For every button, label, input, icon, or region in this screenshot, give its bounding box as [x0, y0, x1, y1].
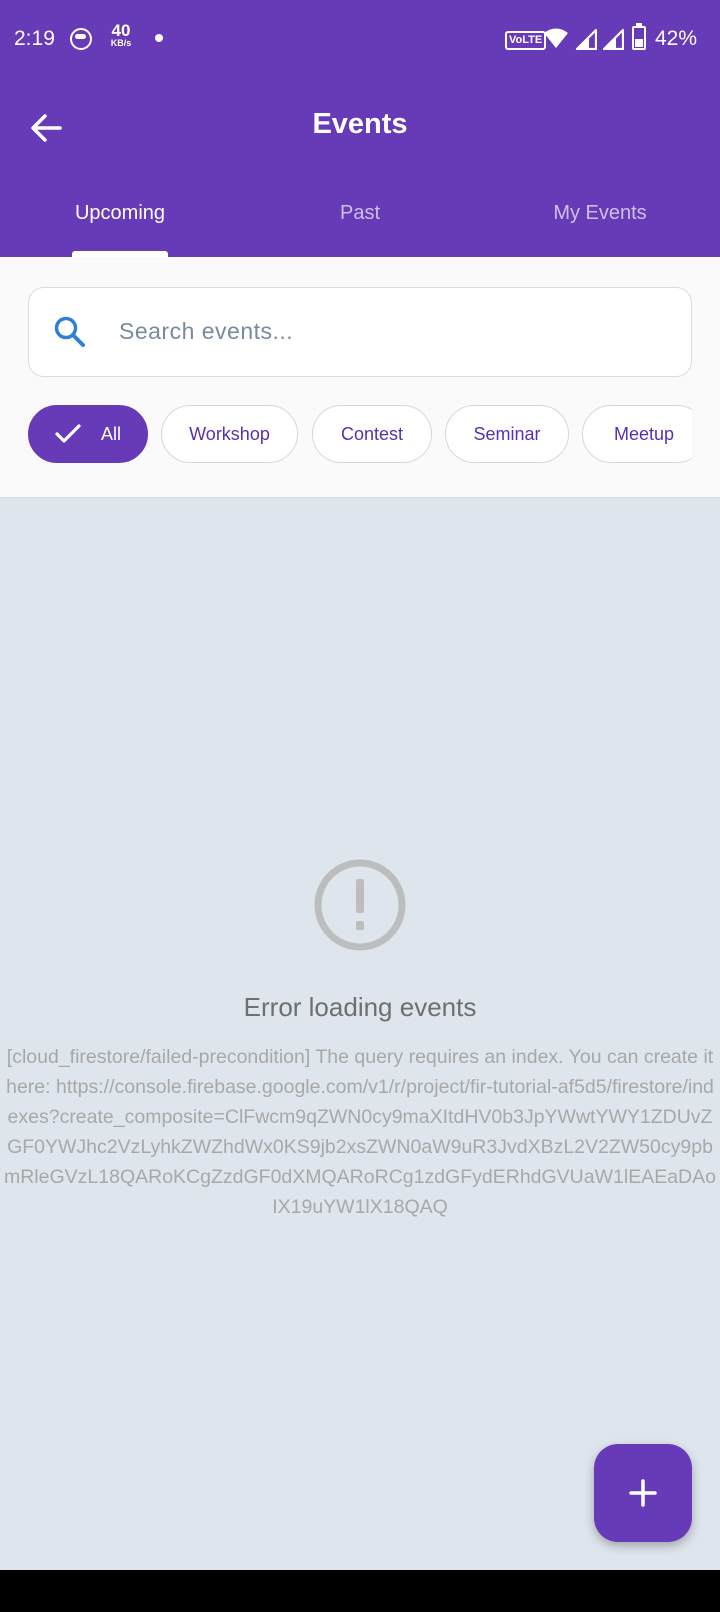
filter-chip-all[interactable]: All [28, 405, 148, 463]
notification-app-icon [70, 28, 92, 50]
cell-signal-icon [575, 28, 597, 50]
battery-level-fill [635, 38, 643, 47]
app-screen: 2:19 40 KB/s VoLTE 42% Events Upcoming P… [0, 0, 720, 1570]
filter-chip-label: Contest [340, 423, 404, 444]
category-filter-chips: All Workshop Contest Seminar Meetup [28, 405, 692, 465]
status-bar: 2:19 40 KB/s VoLTE 42% [0, 0, 720, 80]
tab-past[interactable]: Past [240, 202, 480, 257]
tab-upcoming[interactable]: Upcoming [0, 202, 240, 257]
search-icon [54, 316, 85, 347]
filter-chip-seminar[interactable]: Seminar [445, 405, 569, 463]
network-speed-unit: KB/s [110, 38, 132, 48]
search-input[interactable] [119, 288, 679, 375]
filter-panel: All Workshop Contest Seminar Meetup [0, 257, 720, 498]
app-bar: Events Upcoming Past My Events [0, 80, 720, 257]
search-box[interactable] [28, 287, 692, 377]
notification-dot-icon [155, 34, 163, 42]
volte-indicator: VoLTE [505, 31, 547, 50]
page-title: Events [312, 108, 408, 140]
filter-chip-label: All [100, 423, 121, 444]
filter-chip-label: Meetup [613, 423, 675, 444]
status-time: 2:19 [14, 27, 55, 50]
error-outline-icon [314, 859, 406, 951]
battery-icon [632, 23, 646, 50]
plus-icon [629, 1479, 657, 1507]
tab-my-events[interactable]: My Events [480, 202, 720, 257]
wifi-icon [544, 28, 568, 48]
check-icon [55, 424, 81, 443]
filter-chip-label: Workshop [189, 423, 270, 444]
filter-chip-label: Seminar [473, 423, 541, 444]
error-title: Error loading events [243, 992, 477, 1022]
filter-chip-meetup[interactable]: Meetup [582, 405, 692, 463]
cell-signal-2-icon [602, 28, 624, 50]
filter-chip-contest[interactable]: Contest [312, 405, 432, 463]
battery-percent: 42% [655, 27, 698, 50]
add-event-button[interactable] [594, 1444, 692, 1542]
network-speed: 40 KB/s [106, 22, 136, 48]
filter-chip-workshop[interactable]: Workshop [161, 405, 298, 463]
network-speed-value: 40 [111, 21, 131, 40]
error-message: [cloud_firestore/failed-precondition] Th… [3, 1046, 716, 1218]
